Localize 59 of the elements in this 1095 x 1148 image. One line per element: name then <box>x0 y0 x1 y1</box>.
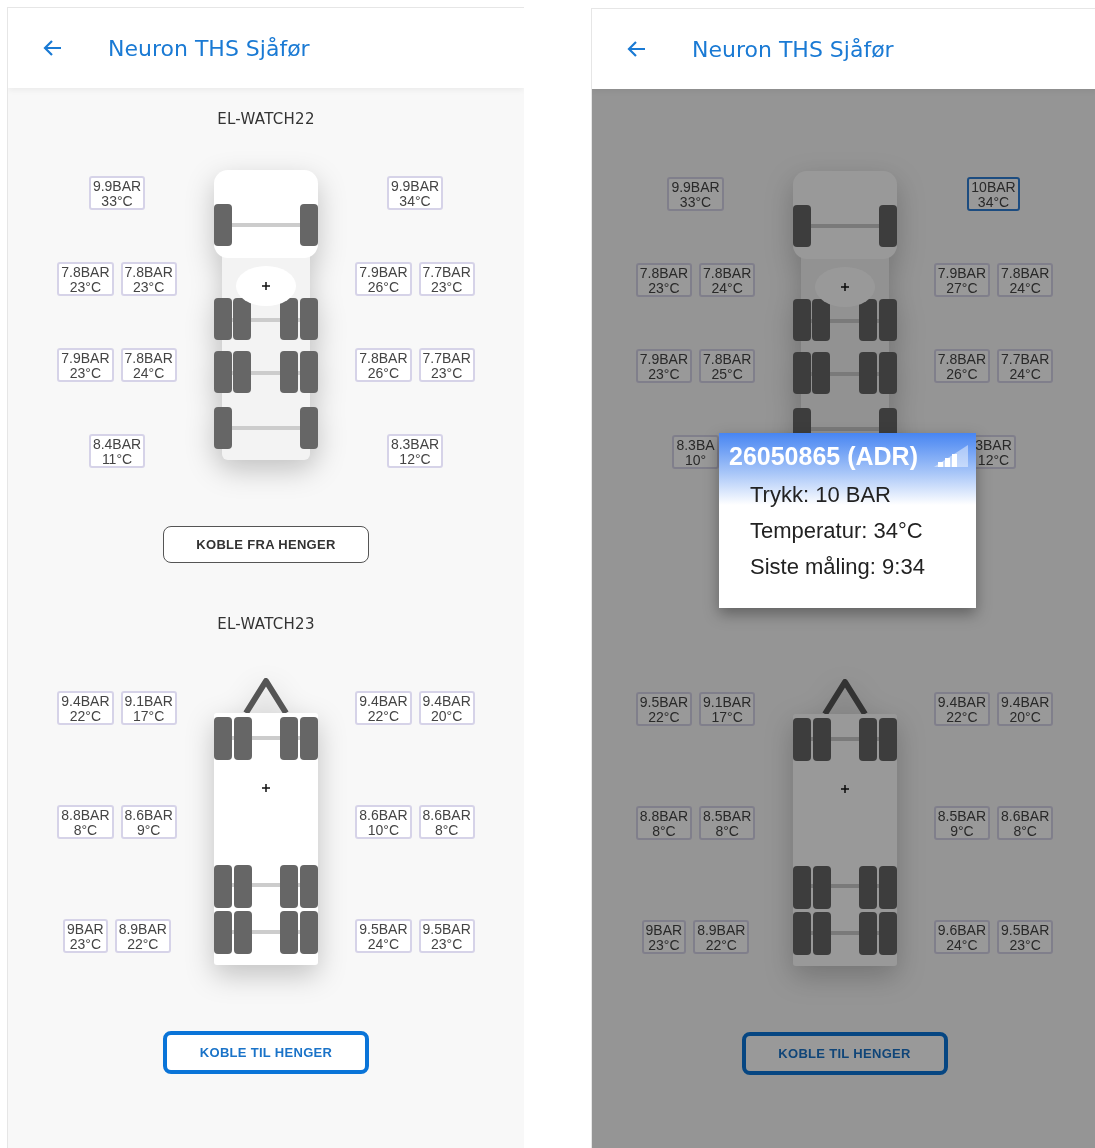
sensor-tag[interactable]: 9.9BAR 34°C <box>386 176 444 210</box>
info-line: Siste måling: 9:34 <box>750 553 926 581</box>
sensor-tag[interactable]: 8.4BAR 11°C <box>88 434 146 468</box>
sensor-tag[interactable]: 10BAR 34°C <box>967 177 1020 211</box>
sensor-tag[interactable]: 7.8BAR 25°C <box>699 349 756 383</box>
app-title: Neuron THS Sjåfør <box>108 35 310 61</box>
popup-title: 26050865 (ADR) <box>729 441 918 471</box>
sensor-tag[interactable]: 9.5BAR 23°C <box>418 919 475 953</box>
sensor-tag[interactable]: 7.8BAR 23°C <box>57 262 114 296</box>
vehicle-title: EL-WATCH23 <box>217 615 315 633</box>
sensor-tag[interactable]: 8.3BA 10° <box>672 435 719 469</box>
sensor-tag[interactable]: 8.9BAR 22°C <box>114 919 171 953</box>
sensor-tag[interactable]: 9.6BAR 24°C <box>933 920 990 954</box>
sensor-tag[interactable]: 9.5BAR 23°C <box>997 920 1054 954</box>
sensor-tag[interactable]: 9.4BAR 22°C <box>355 691 412 725</box>
sensor-tag[interactable]: 9.4BAR 22°C <box>933 692 990 726</box>
vehicle-title: EL-WATCH22 <box>217 110 315 128</box>
sensor-tag[interactable]: 9.4BAR 20°C <box>997 692 1054 726</box>
hitch-button[interactable]: KOBLE TIL HENGER <box>163 1031 369 1074</box>
sensor-tag[interactable]: 7.8BAR 23°C <box>635 263 692 297</box>
hitch-button[interactable]: KOBLE TIL HENGER <box>741 1032 948 1075</box>
sensor-tag[interactable]: 7.9BAR 27°C <box>933 263 990 297</box>
sensor-tag[interactable]: 7.8BAR 26°C <box>933 349 990 383</box>
sensor-tag[interactable]: 9BAR 23°C <box>641 920 687 954</box>
sensor-tag[interactable]: 9.5BAR 22°C <box>635 692 692 726</box>
info-line: Temperatur: 34°C <box>750 517 924 545</box>
sensor-tag[interactable]: 9.4BAR 20°C <box>418 691 475 725</box>
sensor-tag[interactable]: 7.9BAR 26°C <box>355 262 412 296</box>
signal-icon <box>932 443 970 469</box>
sensor-tag[interactable]: 9.9BAR 33°C <box>667 177 724 211</box>
sensor-tag[interactable]: 9.4BAR 22°C <box>57 691 114 725</box>
sensor-tag[interactable]: 9BAR 23°C <box>63 919 108 953</box>
sensor-tag[interactable]: 7.9BAR 23°C <box>57 348 114 382</box>
sensor-tag[interactable]: 7.8BAR 24°C <box>699 263 756 297</box>
sensor-tag[interactable]: 8.8BAR 8°C <box>57 805 114 839</box>
sensor-tag[interactable]: 8.5BAR 8°C <box>699 806 756 840</box>
sensor-tag[interactable]: 8.9BAR 22°C <box>693 920 750 954</box>
sensor-tag[interactable]: 9.1BAR 17°C <box>120 691 177 725</box>
app-title: Neuron THS Sjåfør <box>692 36 894 62</box>
sensor-tag[interactable]: 9.9BAR 33°C <box>88 176 146 210</box>
sensor-tag[interactable]: 8.6BAR 9°C <box>120 805 177 839</box>
sensor-tag[interactable]: 7.8BAR 26°C <box>355 348 412 382</box>
sensor-tag[interactable]: 7.7BAR 24°C <box>997 349 1054 383</box>
sensor-tag[interactable]: 8.5BAR 9°C <box>933 806 990 840</box>
sensor-tag[interactable]: 8.8BAR 8°C <box>635 806 692 840</box>
sensor-tag[interactable]: 7.8BAR 23°C <box>120 262 177 296</box>
sensor-tag[interactable]: 7.9BAR 23°C <box>635 349 692 383</box>
sensor-tag[interactable]: 7.7BAR 23°C <box>418 262 475 296</box>
info-line: Trykk: 10 BAR <box>750 481 892 509</box>
sensor-tag[interactable]: 9.5BAR 24°C <box>355 919 412 953</box>
sensor-tag[interactable]: 7.8BAR 24°C <box>997 263 1054 297</box>
sensor-tag[interactable]: 8.6BAR 8°C <box>997 806 1054 840</box>
sensor-tag[interactable]: 8.6BAR 8°C <box>418 805 475 839</box>
sensor-tag[interactable]: 7.8BAR 24°C <box>120 348 177 382</box>
sensor-tag[interactable]: 7.7BAR 23°C <box>418 348 475 382</box>
sensor-tag[interactable]: 9.1BAR 17°C <box>699 692 756 726</box>
sensor-tag[interactable]: 8.3BAR 12°C <box>386 434 444 468</box>
hitch-button[interactable]: KOBLE FRA HENGER <box>163 526 369 563</box>
sensor-tag[interactable]: 8.6BAR 10°C <box>355 805 412 839</box>
